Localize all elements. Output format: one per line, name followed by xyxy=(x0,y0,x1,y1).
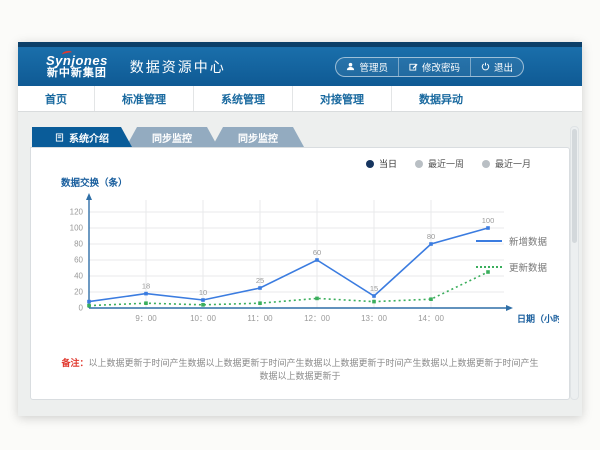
nav-item-system-mgmt[interactable]: 系统管理 xyxy=(193,86,292,111)
tab-sync-monitor-2[interactable]: 同步监控 xyxy=(212,127,304,147)
svg-text:80: 80 xyxy=(74,240,83,249)
nav-item-integration-mgmt[interactable]: 对接管理 xyxy=(292,86,391,111)
svg-text:9：00: 9：00 xyxy=(135,314,157,323)
svg-text:12：00: 12：00 xyxy=(304,314,330,323)
scrollbar-thumb[interactable] xyxy=(572,129,577,243)
svg-text:13：00: 13：00 xyxy=(361,314,387,323)
svg-text:100: 100 xyxy=(482,216,495,225)
user-label: 管理员 xyxy=(359,60,388,74)
svg-text:60: 60 xyxy=(74,256,83,265)
legend-label: 新增数据 xyxy=(509,234,547,248)
svg-text:日期（小时）: 日期（小时） xyxy=(517,313,559,324)
svg-text:11：00: 11：00 xyxy=(247,314,273,323)
chart-panel: 当日 最近一周 最近一月 数据交换（条） 0 20 40 60 80 100 120 9：00… xyxy=(30,147,570,400)
radio-last-week[interactable]: 最近一周 xyxy=(415,157,464,170)
power-icon xyxy=(481,62,490,71)
brand-logo: Synjones 新中新集团 xyxy=(46,54,108,79)
logout-button[interactable]: 退出 xyxy=(470,58,523,76)
svg-text:40: 40 xyxy=(74,272,83,281)
radio-today[interactable]: 当日 xyxy=(366,157,397,170)
screen: Synjones 新中新集团 数据资源中心 管理员 修改密 xyxy=(0,0,600,450)
radio-icon xyxy=(482,160,490,168)
svg-text:20: 20 xyxy=(74,288,83,297)
user-icon xyxy=(346,62,355,71)
main-nav: 首页 标准管理 系统管理 对接管理 数据异动 xyxy=(18,86,582,112)
tab-label: 同步监控 xyxy=(238,130,278,145)
legend-line-swatch xyxy=(476,240,502,242)
legend-new-data[interactable]: 新增数据 xyxy=(476,234,547,248)
legend-label: 更新数据 xyxy=(509,260,547,274)
tab-bar: 系统介绍 同步监控 同步监控 xyxy=(32,127,570,147)
content-area: 系统介绍 同步监控 同步监控 当日 最近一周 xyxy=(18,112,582,410)
page-title: 数据资源中心 xyxy=(130,57,226,77)
radio-label: 最近一月 xyxy=(495,157,531,170)
tab-system-intro[interactable]: 系统介绍 xyxy=(32,127,132,147)
nav-item-standard-mgmt[interactable]: 标准管理 xyxy=(94,86,193,111)
header-actions: 管理员 修改密码 退出 xyxy=(335,57,524,77)
radio-label: 当日 xyxy=(379,157,397,170)
svg-text:80: 80 xyxy=(427,232,435,241)
edit-icon xyxy=(409,62,418,71)
scrollbar[interactable] xyxy=(570,126,579,400)
footnote: 备注：以上数据更新于时间产生数据以上数据更新于时间产生数据以上数据更新于时间产生… xyxy=(31,356,569,382)
nav-item-data-change[interactable]: 数据异动 xyxy=(391,86,490,111)
svg-text:120: 120 xyxy=(70,208,84,217)
footnote-text: 以上数据更新于时间产生数据以上数据更新于时间产生数据以上数据更新于时间产生数据以… xyxy=(89,358,539,381)
svg-text:10：00: 10：00 xyxy=(190,314,216,323)
document-icon xyxy=(55,133,64,142)
change-password-label: 修改密码 xyxy=(422,60,460,74)
svg-text:10: 10 xyxy=(199,288,207,297)
legend-line-swatch xyxy=(476,266,502,268)
header: Synjones 新中新集团 数据资源中心 管理员 修改密 xyxy=(18,42,582,86)
svg-text:60: 60 xyxy=(313,248,321,257)
radio-label: 最近一周 xyxy=(428,157,464,170)
tab-sync-monitor-1[interactable]: 同步监控 xyxy=(126,127,218,147)
svg-text:0: 0 xyxy=(79,304,84,313)
radio-icon xyxy=(366,160,374,168)
change-password-button[interactable]: 修改密码 xyxy=(398,58,470,76)
nav-item-home[interactable]: 首页 xyxy=(18,86,94,111)
user-button[interactable]: 管理员 xyxy=(336,58,398,76)
tab-label: 系统介绍 xyxy=(69,130,109,145)
logo-subtext: 新中新集团 xyxy=(46,68,108,80)
svg-text:14：00: 14：00 xyxy=(418,314,444,323)
tab-label: 同步监控 xyxy=(152,130,192,145)
legend-update-data[interactable]: 更新数据 xyxy=(476,260,547,274)
svg-text:25: 25 xyxy=(256,276,264,285)
app-window: Synjones 新中新集团 数据资源中心 管理员 修改密 xyxy=(18,42,582,416)
footnote-prefix: 备注： xyxy=(61,358,88,368)
radio-last-month[interactable]: 最近一月 xyxy=(482,157,531,170)
time-range-filter: 当日 最近一周 最近一月 xyxy=(366,157,531,170)
svg-text:15: 15 xyxy=(370,284,378,293)
radio-icon xyxy=(415,160,423,168)
logout-label: 退出 xyxy=(494,60,513,74)
chart-legend: 新增数据 更新数据 xyxy=(476,234,547,274)
svg-text:100: 100 xyxy=(70,224,84,233)
logo-text: Synjones xyxy=(46,54,108,68)
y-axis-title: 数据交换（条） xyxy=(61,175,128,189)
svg-text:18: 18 xyxy=(142,282,150,291)
